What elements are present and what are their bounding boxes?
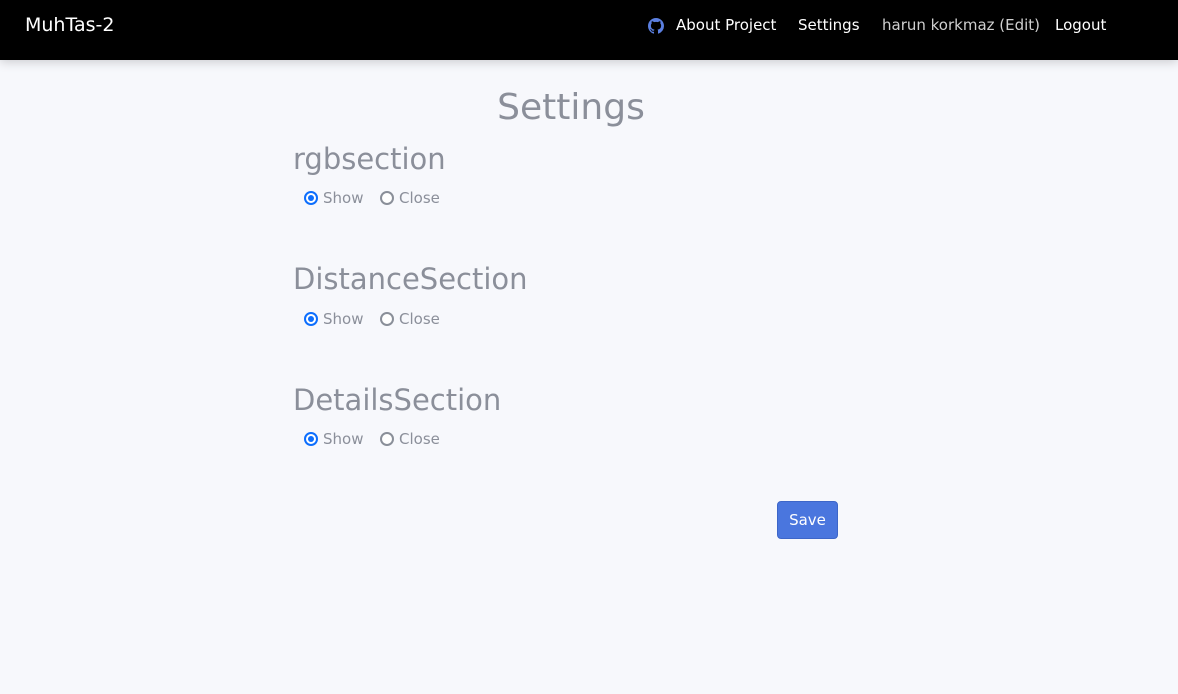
detailssection-close-label[interactable]: Close [399,430,440,448]
distancesection-close-radio[interactable] [380,312,394,326]
brand-link[interactable]: MuhTas-2 [25,14,114,36]
nav-about-project[interactable]: About Project [676,15,776,35]
page-title: Settings [497,87,645,128]
save-button[interactable]: Save [777,501,838,539]
rgbsection-show-radio[interactable] [304,191,318,205]
section-title-rgbsection: rgbsection [293,142,446,176]
distancesection-show-label[interactable]: Show [323,310,363,328]
nav-settings[interactable]: Settings [798,15,860,35]
rgbsection-close-label[interactable]: Close [399,189,440,207]
detailssection-show-label[interactable]: Show [323,430,363,448]
section-title-detailssection: DetailsSection [293,383,502,417]
distancesection-show-radio[interactable] [304,312,318,326]
detailssection-close-radio[interactable] [380,432,394,446]
top-navbar: MuhTas-2 About Project Settings harun ko… [0,0,1178,60]
detailssection-show-radio[interactable] [304,432,318,446]
github-icon[interactable] [648,18,664,34]
nav-logout[interactable]: Logout [1055,15,1106,35]
rgbsection-close-radio[interactable] [380,191,394,205]
section-title-distancesection: DistanceSection [293,262,528,296]
nav-user-edit[interactable]: harun korkmaz (Edit) [882,15,1040,35]
distancesection-close-label[interactable]: Close [399,310,440,328]
rgbsection-show-label[interactable]: Show [323,189,363,207]
